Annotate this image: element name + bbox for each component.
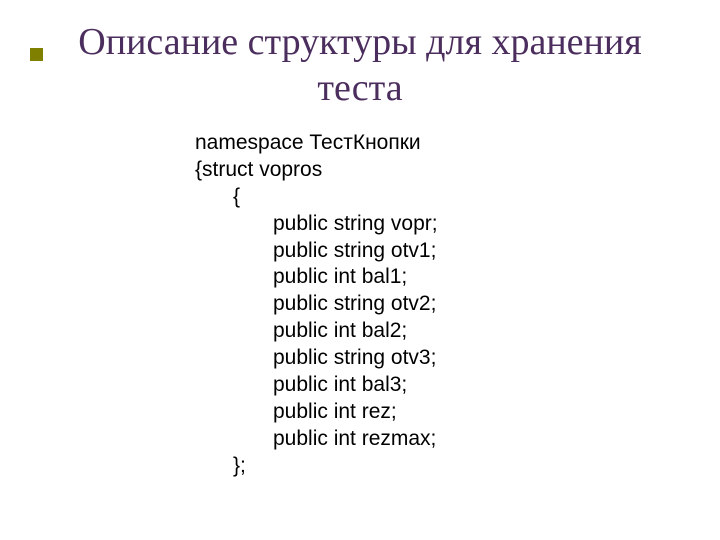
code-line: {struct vopros <box>195 157 438 184</box>
code-line: namespace ТестКнопки <box>195 130 438 157</box>
code-line: public int bal3; <box>195 372 438 399</box>
code-line: }; <box>195 453 438 480</box>
code-line: public int rezmax; <box>195 426 438 453</box>
title-text-line2: теста <box>317 67 402 109</box>
code-line: public int bal2; <box>195 318 438 345</box>
slide-title: Описание структуры для хранения теста <box>0 20 720 111</box>
code-line: { <box>195 184 438 211</box>
code-line: public string otv1; <box>195 238 438 265</box>
code-block: namespace ТестКнопки {struct vopros { pu… <box>195 130 438 479</box>
code-line: public int rez; <box>195 399 438 426</box>
title-text-line1: Описание структуры для хранения <box>78 21 641 63</box>
code-line: public string otv3; <box>195 345 438 372</box>
code-line: public string otv2; <box>195 291 438 318</box>
code-line: public string vopr; <box>195 211 438 238</box>
code-line: public int bal1; <box>195 264 438 291</box>
